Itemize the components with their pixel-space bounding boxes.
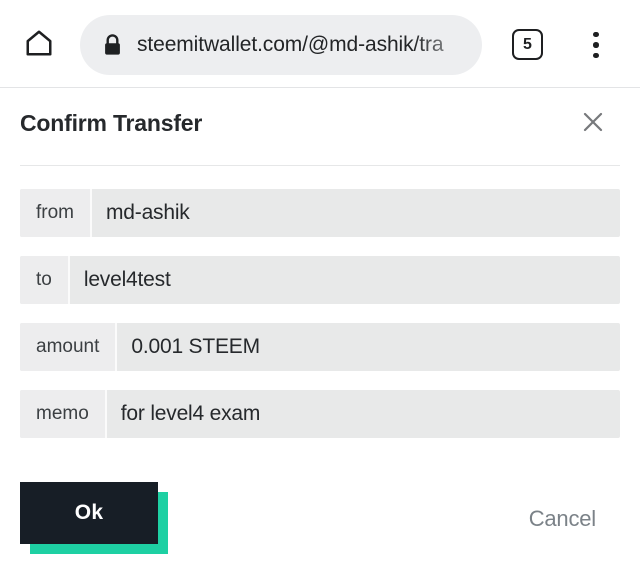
- field-value-to: level4test: [83, 268, 171, 291]
- home-button[interactable]: [14, 22, 64, 68]
- ok-button[interactable]: Ok: [20, 482, 158, 544]
- page-title: Confirm Transfer: [20, 110, 203, 136]
- field-label-memo: memo: [20, 390, 107, 438]
- tab-count-label: 5: [523, 35, 532, 53]
- browser-toolbar: steemitwallet.com/@md-ashik/tra 5: [0, 0, 640, 88]
- field-row-from: from md-ashik: [20, 189, 620, 237]
- dialog-footer: Ok Cancel: [0, 474, 640, 572]
- transfer-details-list: from md-ashik to level4test amount 0.001…: [20, 189, 620, 457]
- field-label-to: to: [20, 256, 70, 304]
- field-label-amount: amount: [20, 323, 118, 371]
- menu-dot: [593, 52, 599, 59]
- cancel-button[interactable]: Cancel: [486, 502, 596, 536]
- overflow-menu-icon[interactable]: [578, 22, 614, 68]
- close-button[interactable]: [574, 102, 612, 146]
- field-row-memo: memo for level4 exam: [20, 390, 620, 438]
- field-value-from: md-ashik: [106, 201, 190, 224]
- field-row-to: to level4test: [20, 256, 620, 304]
- header-divider: [20, 165, 620, 166]
- home-icon: [24, 28, 54, 63]
- menu-dot: [593, 42, 599, 48]
- lock-icon: [102, 33, 123, 57]
- menu-dot: [593, 31, 599, 38]
- ok-button-container: Ok: [20, 482, 168, 554]
- field-label-from: from: [20, 189, 92, 237]
- url-text: steemitwallet.com/@md-ashik/tra: [137, 33, 444, 56]
- field-value-amount: 0.001 STEEM: [131, 335, 260, 358]
- confirm-transfer-dialog: Confirm Transfer from md-ashik to level4…: [0, 88, 640, 572]
- dialog-header: Confirm Transfer: [0, 88, 640, 165]
- tab-counter-button[interactable]: 5: [512, 29, 543, 60]
- url-bar[interactable]: steemitwallet.com/@md-ashik/tra: [80, 15, 482, 75]
- field-value-memo: for level4 exam: [120, 402, 261, 425]
- field-row-amount: amount 0.001 STEEM: [20, 323, 620, 371]
- close-icon: [582, 111, 604, 138]
